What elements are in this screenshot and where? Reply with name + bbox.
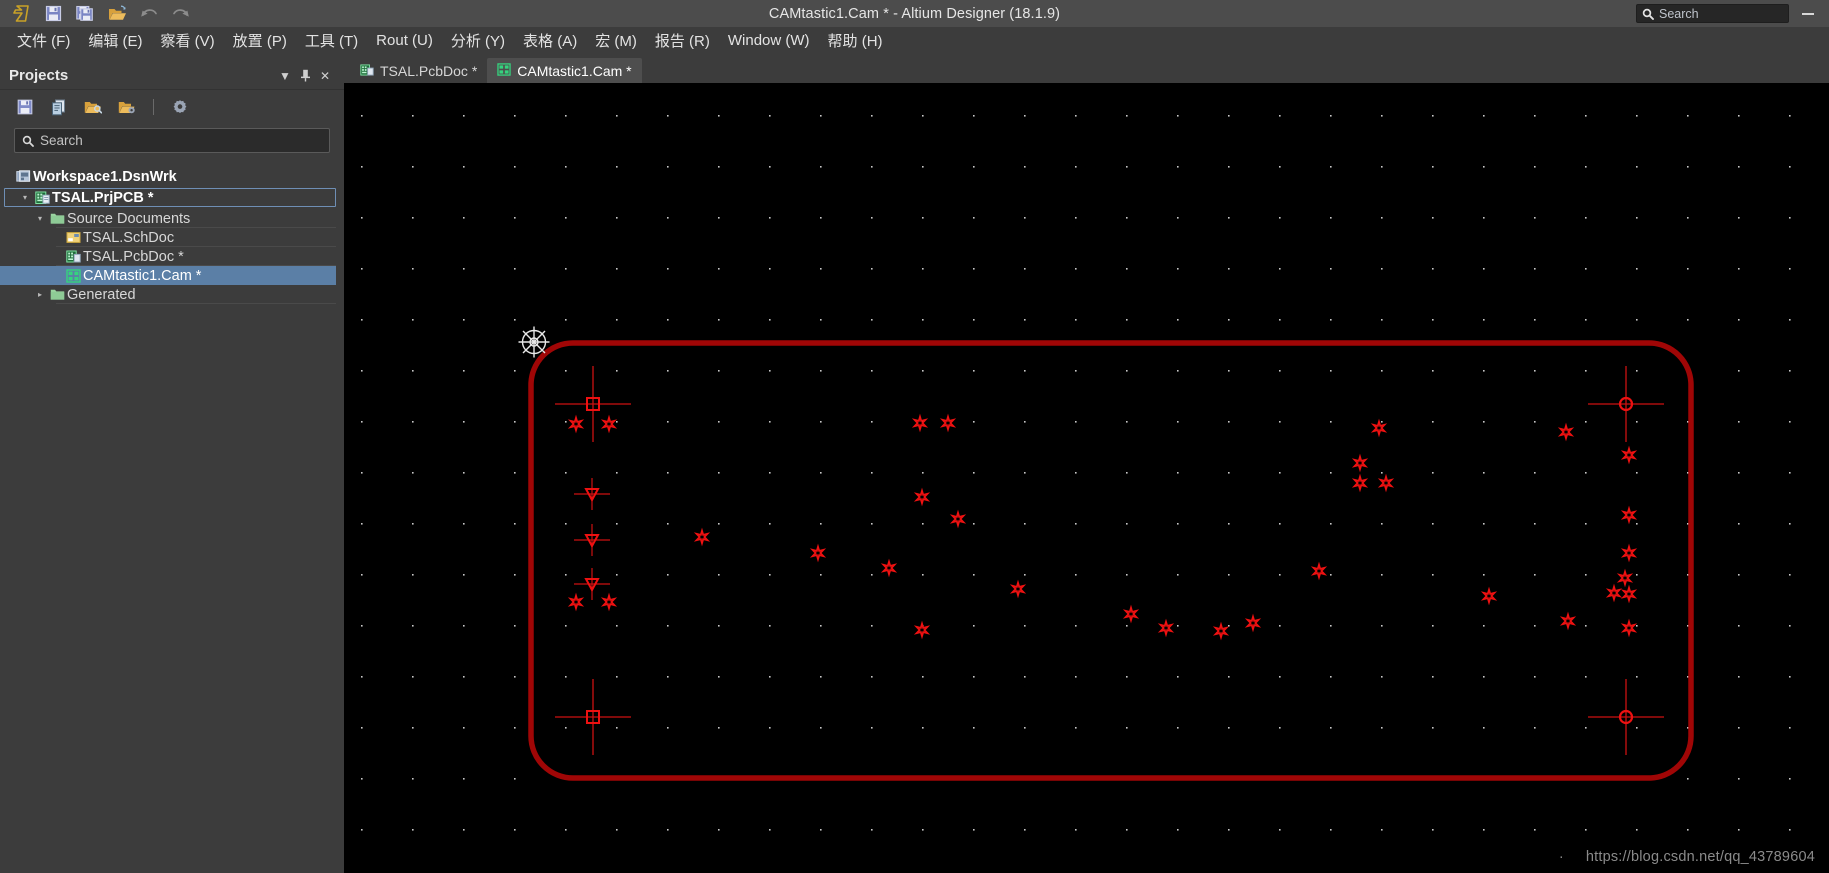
- title-toolbar: [0, 1, 196, 26]
- menu-help[interactable]: 帮助 (H): [819, 27, 892, 54]
- folder-icon: [48, 212, 67, 225]
- panel-search-input[interactable]: Search: [14, 128, 330, 153]
- close-icon[interactable]: ✕: [315, 66, 335, 86]
- redo-icon: [166, 1, 196, 26]
- altium-logo-icon[interactable]: [6, 1, 36, 26]
- expander-open-icon[interactable]: ▾: [17, 193, 33, 202]
- window-title: CAMtastic1.Cam * - Altium Designer (18.1…: [768, 5, 1061, 22]
- expander-open-icon[interactable]: ▾: [32, 214, 48, 223]
- tab-label: TSAL.PcbDoc *: [380, 62, 478, 79]
- menu-window[interactable]: Window (W): [719, 29, 819, 52]
- document-tab-bar: TSAL.PcbDoc * CAMtastic1.Cam *: [344, 54, 1829, 83]
- documents-icon[interactable]: [48, 96, 70, 118]
- project-options-icon[interactable]: [116, 96, 138, 118]
- title-bar-right: Search: [1636, 0, 1829, 27]
- tab-camtastic[interactable]: CAMtastic1.Cam *: [487, 58, 642, 83]
- search-icon: [22, 135, 34, 147]
- global-search-placeholder: Search: [1659, 6, 1699, 21]
- tree-item-workspace[interactable]: Workspace1.DsnWrk: [0, 167, 344, 186]
- menu-tools[interactable]: 工具 (T): [296, 27, 367, 54]
- menu-view[interactable]: 察看 (V): [152, 27, 224, 54]
- projects-panel-toolbar: [0, 90, 344, 124]
- save-project-icon[interactable]: [14, 96, 36, 118]
- panel-search-placeholder: Search: [40, 133, 83, 148]
- search-icon: [1642, 8, 1654, 20]
- watermark-dot: ·: [1558, 849, 1564, 865]
- component-pads: [567, 413, 1638, 641]
- tab-tsal-pcbdoc[interactable]: TSAL.PcbDoc *: [350, 58, 487, 83]
- pcb-project-icon: [33, 191, 52, 205]
- chevron-down-icon[interactable]: ▼: [275, 66, 295, 86]
- projects-panel-header: Projects ▼ ✕: [0, 62, 344, 90]
- schematic-icon: [64, 231, 83, 244]
- tree-item-source-documents[interactable]: ▾ Source Documents: [0, 209, 344, 228]
- tree-item-project[interactable]: ▾ TSAL.PrjPCB *: [4, 188, 336, 207]
- menu-analysis[interactable]: 分析 (Y): [442, 27, 514, 54]
- connector-pads: [574, 478, 610, 600]
- project-tree: Workspace1.DsnWrk ▾ TSAL.PrjPCB * ▾ Sour…: [0, 153, 344, 304]
- menu-reports[interactable]: 报告 (R): [646, 27, 719, 54]
- grid-dots: [361, 115, 1791, 831]
- expander-closed-icon[interactable]: ▸: [32, 290, 48, 299]
- tree-row-divider: [56, 303, 336, 304]
- pcb-doc-icon: [64, 250, 83, 263]
- menu-place[interactable]: 放置 (P): [224, 27, 296, 54]
- tree-item-label: Source Documents: [67, 210, 191, 227]
- panel-title: Projects: [9, 67, 69, 84]
- tab-label: CAMtastic1.Cam *: [517, 62, 632, 79]
- pcb-doc-icon: [360, 63, 374, 79]
- global-search-input[interactable]: Search: [1636, 4, 1789, 23]
- tree-item-generated[interactable]: ▸ Generated: [0, 285, 344, 304]
- menu-file[interactable]: 文件 (F): [8, 27, 79, 54]
- tree-item-label: CAMtastic1.Cam *: [83, 267, 202, 284]
- panel-search-wrapper: Search: [0, 124, 344, 153]
- tree-item-label: TSAL.PrjPCB *: [52, 189, 154, 206]
- save-all-icon[interactable]: [70, 1, 100, 26]
- menu-macro[interactable]: 宏 (M): [586, 27, 646, 54]
- altium-designer-window: CAMtastic1.Cam * - Altium Designer (18.1…: [0, 0, 1829, 873]
- undo-icon: [134, 1, 164, 26]
- save-icon[interactable]: [38, 1, 68, 26]
- mounting-pads: [555, 366, 1664, 755]
- menu-tables[interactable]: 表格 (A): [514, 27, 586, 54]
- tree-item-tsal-schdoc[interactable]: TSAL.SchDoc: [0, 228, 344, 247]
- tree-item-camtastic[interactable]: CAMtastic1.Cam *: [0, 266, 336, 285]
- minimize-button[interactable]: [1791, 0, 1825, 27]
- cam-drawing: [361, 115, 1791, 831]
- watermark-url: https://blog.csdn.net/qq_43789604: [1585, 849, 1815, 865]
- watermark: · https://blog.csdn.net/qq_43789604: [1559, 849, 1815, 865]
- panel-settings-icon[interactable]: [169, 96, 191, 118]
- tree-item-label: TSAL.SchDoc: [83, 229, 175, 246]
- tree-item-tsal-pcbdoc[interactable]: TSAL.PcbDoc *: [0, 247, 344, 266]
- pin-icon[interactable]: [295, 66, 315, 86]
- open-project-icon[interactable]: [82, 96, 104, 118]
- board-outline: [528, 340, 1694, 781]
- menu-edit[interactable]: 编辑 (E): [79, 27, 151, 54]
- tree-item-label: Generated: [67, 286, 136, 303]
- title-bar: CAMtastic1.Cam * - Altium Designer (18.1…: [0, 0, 1829, 27]
- cam-doc-icon: [497, 62, 511, 79]
- tree-item-label: Workspace1.DsnWrk: [33, 168, 177, 185]
- tree-item-label: TSAL.PcbDoc *: [83, 248, 184, 265]
- projects-panel: Projects ▼ ✕ Search Workspace1.DsnWrk ▾ …: [0, 62, 344, 873]
- menu-bar: 文件 (F) 编辑 (E) 察看 (V) 放置 (P) 工具 (T) Rout …: [0, 27, 1829, 54]
- toolbar-separator: [153, 99, 154, 115]
- cam-doc-icon: [64, 268, 83, 283]
- folder-icon: [48, 288, 67, 301]
- menu-rout[interactable]: Rout (U): [367, 29, 442, 52]
- cam-canvas[interactable]: · https://blog.csdn.net/qq_43789604: [344, 83, 1829, 873]
- cam-wheel-cursor: [518, 326, 550, 358]
- workspace-icon: [14, 169, 33, 184]
- open-folder-icon[interactable]: [102, 1, 132, 26]
